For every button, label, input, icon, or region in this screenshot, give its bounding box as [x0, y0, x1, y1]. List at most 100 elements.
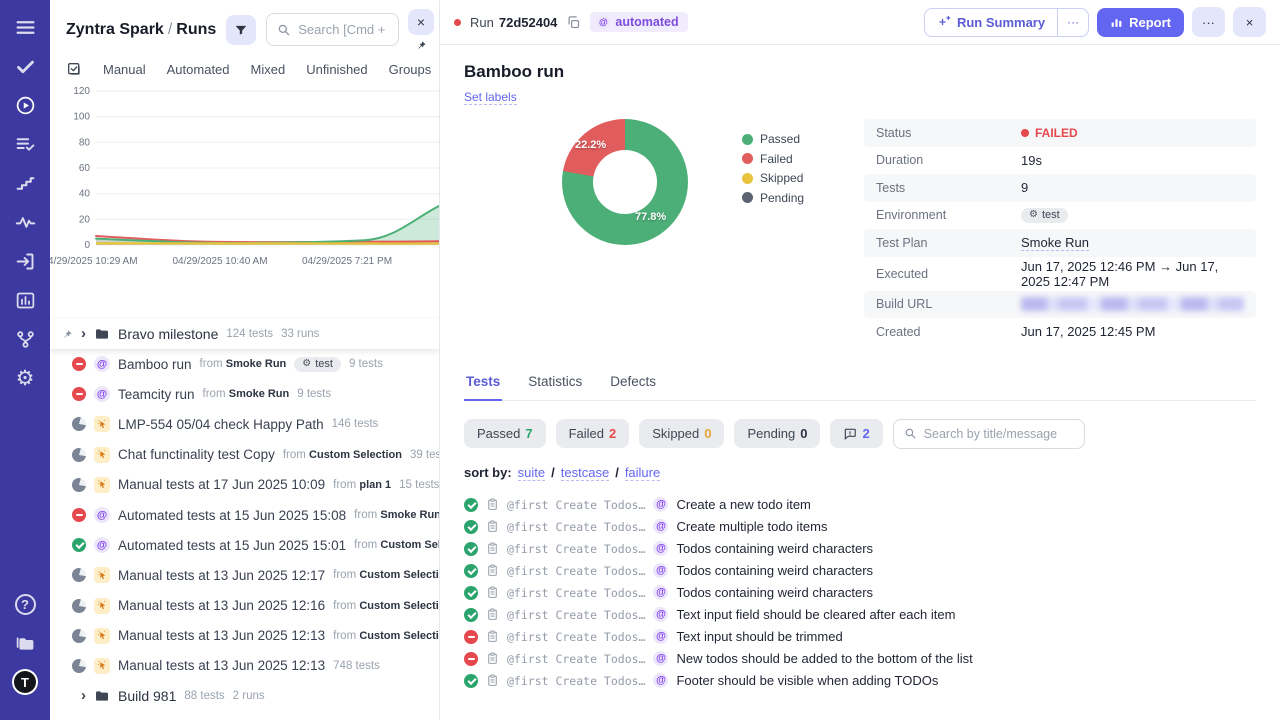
- run-tab[interactable]: Statistics: [526, 370, 584, 401]
- app-sidebar: ⚙ ? T: [0, 0, 50, 720]
- test-row[interactable]: @first Create Todos… @ Create a new todo…: [464, 494, 1256, 516]
- svg-text:04/29/2025 7:21 PM: 04/29/2025 7:21 PM: [302, 256, 392, 267]
- test-status-icon: [464, 652, 478, 666]
- run-row[interactable]: Manual tests at 13 Jun 2025 12:13 from C…: [50, 621, 439, 651]
- test-title: Todos containing weird characters: [676, 585, 873, 600]
- run-row[interactable]: @ Bamboo run from Smoke Run ⚙test 9 test…: [50, 349, 439, 379]
- test-plan-link[interactable]: Smoke Run: [1021, 235, 1089, 251]
- run-row[interactable]: @ Automated tests at 15 Jun 2025 15:01 f…: [50, 530, 439, 560]
- run-detail: Run 72d52404 @automated Run Summary ··· …: [440, 0, 1280, 720]
- runs-tab[interactable]: Groups: [389, 62, 432, 77]
- run-tab[interactable]: Defects: [608, 370, 658, 401]
- build-url-link-redacted[interactable]: [1021, 297, 1244, 311]
- automated-badge[interactable]: @automated: [590, 12, 687, 32]
- test-row[interactable]: @first Create Todos… @ Todos containing …: [464, 582, 1256, 604]
- legend-item[interactable]: Skipped: [742, 171, 804, 185]
- runs-tab[interactable]: Manual: [103, 62, 146, 77]
- test-row[interactable]: @first Create Todos… @ Todos containing …: [464, 560, 1256, 582]
- run-tests-count: 15 tests: [399, 479, 439, 491]
- run-summary-more-button[interactable]: ···: [1057, 9, 1088, 36]
- runs-tab[interactable]: Automated: [167, 62, 230, 77]
- run-row[interactable]: @ Automated tests at 15 Jun 2025 15:08 f…: [50, 500, 439, 530]
- testcase-icon: [486, 652, 499, 665]
- folders-icon[interactable]: [12, 630, 38, 656]
- menu-icon[interactable]: [12, 14, 38, 40]
- report-button[interactable]: Report: [1097, 8, 1184, 37]
- steps-icon[interactable]: [12, 170, 38, 196]
- test-row[interactable]: @first Create Todos… @ Footer should be …: [464, 670, 1256, 692]
- run-summary-button[interactable]: Run Summary ···: [924, 8, 1089, 37]
- test-row[interactable]: @first Create Todos… @ Text input field …: [464, 604, 1256, 626]
- branch-icon[interactable]: [12, 326, 38, 352]
- tests-search-input[interactable]: [924, 427, 1074, 441]
- comments-filter-pill[interactable]: 2: [830, 419, 882, 448]
- run-origin: from Custom Selection: [283, 449, 402, 461]
- test-row[interactable]: @first Create Todos… @ Create multiple t…: [464, 516, 1256, 538]
- select-runs-icon[interactable]: [66, 61, 82, 77]
- run-origin: from plan 1: [333, 479, 391, 491]
- run-tab[interactable]: Tests: [464, 370, 502, 401]
- legend-item[interactable]: Pending: [742, 191, 804, 205]
- manual-run-icon: [94, 658, 110, 674]
- gear-icon[interactable]: ⚙: [12, 365, 38, 391]
- legend-item[interactable]: Passed: [742, 132, 804, 146]
- automated-test-icon: @: [653, 629, 668, 644]
- run-row[interactable]: Manual tests at 17 Jun 2025 10:09 from p…: [50, 470, 439, 500]
- run-plan-name: Custom Selection: [380, 539, 439, 551]
- help-icon[interactable]: ?: [12, 591, 38, 617]
- play-circle-icon[interactable]: [12, 92, 38, 118]
- check-icon[interactable]: [12, 53, 38, 79]
- run-row[interactable]: LMP-554 05/04 check Happy Path 146 tests: [50, 409, 439, 439]
- run-row[interactable]: Manual tests at 13 Jun 2025 12:17 from C…: [50, 560, 439, 590]
- runs-tab[interactable]: Mixed: [251, 62, 286, 77]
- logo-t[interactable]: T: [12, 669, 38, 695]
- test-row[interactable]: @first Create Todos… @ Text input should…: [464, 626, 1256, 648]
- runs-tab[interactable]: Unfinished: [306, 62, 367, 77]
- status-filter-pill[interactable]: Failed2: [556, 419, 630, 448]
- test-title: Create multiple todo items: [676, 519, 827, 534]
- run-status-icon: [72, 448, 86, 462]
- legend-item[interactable]: Failed: [742, 152, 804, 166]
- bar-chart-icon[interactable]: [12, 287, 38, 313]
- detail-row-executed: Executed Jun 17, 2025 12:46 PM → Jun 17,…: [864, 257, 1256, 291]
- runs-search[interactable]: [266, 13, 399, 46]
- tests-search[interactable]: [893, 419, 1085, 449]
- milestone-folder-row[interactable]: › Bravo milestone 124 tests 33 runs: [50, 319, 439, 349]
- sort-by-failure[interactable]: failure: [625, 465, 660, 481]
- run-tabs: Tests Statistics Defects: [464, 370, 1256, 401]
- copy-icon[interactable]: [566, 15, 581, 30]
- sign-in-icon[interactable]: [12, 248, 38, 274]
- run-topbar: Run 72d52404 @automated Run Summary ··· …: [440, 0, 1280, 45]
- chevron-right-icon[interactable]: ›: [81, 688, 86, 703]
- list-check-icon[interactable]: [12, 131, 38, 157]
- runs-search-input[interactable]: [298, 22, 388, 37]
- svg-text:40: 40: [79, 189, 91, 200]
- run-plan-name: Custom Selection: [359, 569, 439, 581]
- run-row[interactable]: Manual tests at 13 Jun 2025 12:16 from C…: [50, 591, 439, 621]
- test-row[interactable]: @first Create Todos… @ New todos should …: [464, 648, 1256, 670]
- build-folder-row[interactable]: › Build 981 88 tests 2 runs: [50, 681, 439, 711]
- close-run-button[interactable]: ×: [1233, 7, 1266, 37]
- test-status-icon: [464, 586, 478, 600]
- status-filter-pill[interactable]: Pending0: [734, 419, 820, 448]
- run-title: Manual tests at 17 Jun 2025 10:09: [118, 477, 325, 492]
- status-filter-pill[interactable]: Skipped0: [639, 419, 724, 448]
- sort-by-suite[interactable]: suite: [518, 465, 545, 481]
- close-panel-button[interactable]: ×: [408, 9, 434, 35]
- sort-by-testcase[interactable]: testcase: [561, 465, 609, 481]
- status-filter-pill[interactable]: Passed7: [464, 419, 546, 448]
- chevron-right-icon[interactable]: ›: [81, 326, 86, 341]
- activity-icon[interactable]: [12, 209, 38, 235]
- detail-row-status: Status FAILED: [864, 119, 1256, 147]
- folder-icon: [94, 688, 110, 704]
- runs-list: › Bravo milestone 124 tests 33 runs @ Ba…: [50, 319, 439, 711]
- run-row[interactable]: @ Teamcity run from Smoke Run 9 tests: [50, 379, 439, 409]
- run-row[interactable]: Chat functinality test Copy from Custom …: [50, 440, 439, 470]
- set-labels-link[interactable]: Set labels: [464, 90, 517, 105]
- filter-button[interactable]: [226, 15, 256, 45]
- run-status-icon: [72, 538, 86, 552]
- pin-panel-icon[interactable]: [416, 40, 427, 51]
- test-row[interactable]: @first Create Todos… @ Todos containing …: [464, 538, 1256, 560]
- more-actions-button[interactable]: ···: [1192, 7, 1225, 37]
- run-row[interactable]: Manual tests at 13 Jun 2025 12:13 748 te…: [50, 651, 439, 681]
